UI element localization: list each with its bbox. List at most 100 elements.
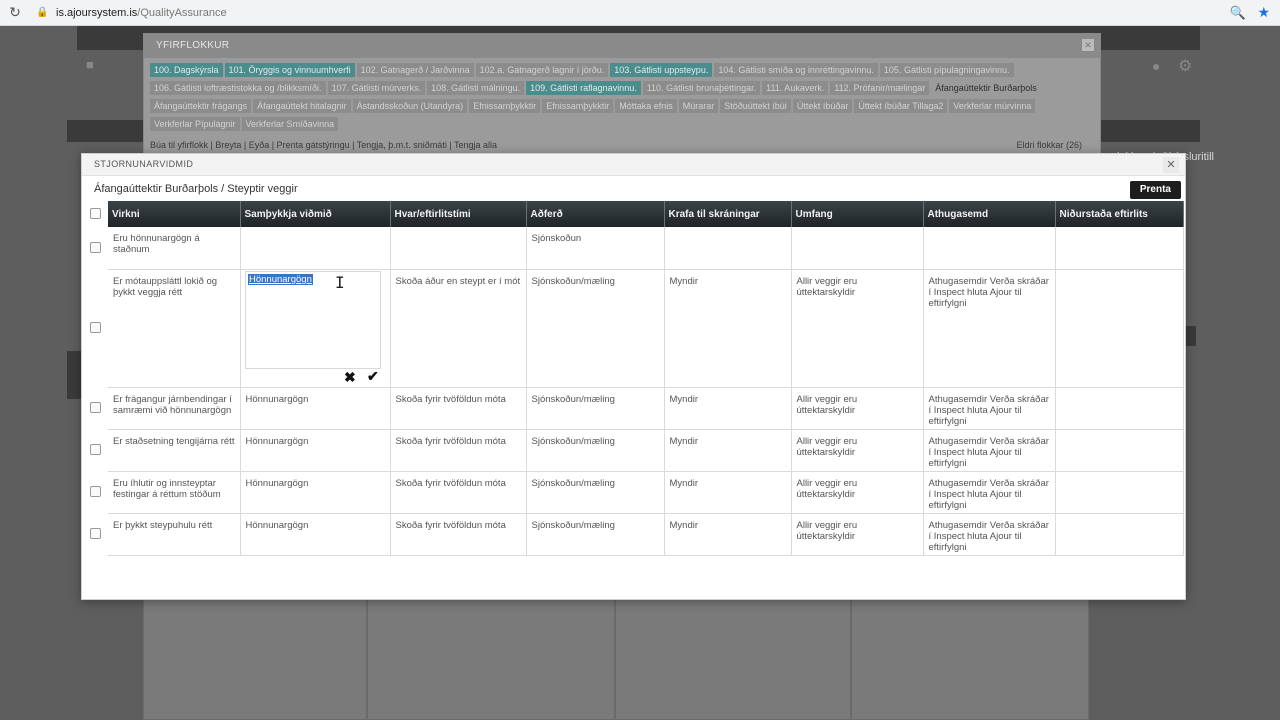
row-checkbox[interactable] [90, 242, 101, 253]
table-row[interactable]: Eru hönnunargögn á staðnum Sjónskoðun [108, 227, 1184, 270]
column-result-cell[interactable] [1055, 227, 1184, 270]
table-row[interactable]: Eru íhlutir og innsteyptar festingar á r… [108, 471, 1184, 514]
column-remark-cell[interactable]: Athugasemdir Verða skráðar í Inspect hlu… [923, 429, 1056, 472]
column-scope-cell[interactable] [791, 227, 924, 270]
confirm-edit-icon[interactable]: ✔ [367, 368, 379, 385]
column-approval-criteria-cell[interactable]: Hönnunargögn [240, 387, 391, 430]
column-method-cell[interactable]: Sjónskoðun [526, 227, 665, 270]
category-tag[interactable]: 102.a. Gatnagerð lagnir í jörðu. [475, 63, 609, 77]
column-where-when-cell[interactable] [390, 227, 527, 270]
category-tag[interactable]: Verkferlar Pípulagnir [150, 117, 240, 131]
category-tag[interactable]: 106. Gátlisti loftræstistokka og /blikks… [150, 81, 326, 95]
column-recording-req-cell[interactable] [664, 227, 792, 270]
column-virkni-cell[interactable]: Er staðsetning tengijárna rétt [108, 429, 241, 472]
column-scope-cell[interactable]: Allir veggir eru úttektarskyldir [791, 429, 924, 472]
column-scope-cell[interactable]: Allir veggir eru úttektarskyldir [791, 269, 924, 388]
row-checkbox[interactable] [90, 444, 101, 455]
category-tag[interactable]: Úttekt íbúðar Tillaga2 [854, 99, 948, 113]
column-remark-cell[interactable]: Athugasemdir Verða skráðar í Inspect hlu… [923, 471, 1056, 514]
table-row[interactable]: Er staðsetning tengijárna rétt Hönnunargö… [108, 429, 1184, 472]
column-remark-cell[interactable] [923, 227, 1056, 270]
category-tag[interactable]: Úttekt íbúðar [792, 99, 853, 113]
column-remark-cell[interactable]: Athugasemdir Verða skráðar í Inspect hlu… [923, 387, 1056, 430]
column-scope-cell[interactable]: Allir veggir eru úttektarskyldir [791, 387, 924, 430]
older-categories-link[interactable]: Eldri flokkar (26) [1016, 140, 1082, 150]
column-where-when-cell[interactable]: Skoða áður en steypt er í mót [390, 269, 527, 388]
column-recording-req-cell[interactable]: Myndir [664, 471, 792, 514]
column-recording-req-cell[interactable]: Myndir [664, 269, 792, 388]
column-result-cell[interactable] [1055, 387, 1184, 430]
category-tag[interactable]: 107. Gátlisti múrverks. [327, 81, 426, 95]
close-icon[interactable]: ✕ [1163, 157, 1179, 173]
column-scope-cell[interactable]: Allir veggir eru úttektarskyldir [791, 471, 924, 514]
address-bar[interactable]: is.ajoursystem.is/QualityAssurance [56, 7, 227, 19]
select-all-checkbox[interactable] [90, 208, 101, 219]
category-tag[interactable]: Efnissamþykktir [469, 99, 541, 113]
category-tag[interactable]: 110. Gátlisti brunaþéttingar. [642, 81, 761, 95]
column-result-cell[interactable] [1055, 269, 1184, 388]
column-virkni-cell[interactable]: Eru íhlutir og innsteyptar festingar á r… [108, 471, 241, 514]
print-button[interactable]: Prenta [1129, 181, 1181, 199]
category-tag[interactable]: Verkferlar múrvinna [949, 99, 1036, 113]
column-result-cell[interactable] [1055, 429, 1184, 472]
column-recording-req-cell[interactable]: Myndir [664, 387, 792, 430]
column-virkni-cell[interactable]: Er frágangur járnbendingar í samræmi við… [108, 387, 241, 430]
column-method-cell[interactable]: Sjónskoðun/mæling [526, 387, 665, 430]
column-approval-criteria-cell[interactable]: Hönnunargögn [240, 513, 391, 556]
category-tag[interactable]: Stöðuúttekt íbúi [720, 99, 791, 113]
category-tag[interactable]: 100. Dagskýrsla [150, 63, 223, 77]
lock-icon[interactable]: 🔒 [36, 7, 50, 18]
table-row[interactable]: Er þykkt steypuhulu rétt Hönnunargögn Skoð… [108, 513, 1184, 556]
column-recording-req-cell[interactable]: Myndir [664, 513, 792, 556]
cancel-edit-icon[interactable]: ✖ [344, 369, 356, 386]
zoom-icon[interactable]: 🔍 [1230, 5, 1246, 21]
close-icon[interactable]: ✕ [1082, 39, 1094, 51]
column-virkni-cell[interactable]: Eru hönnunargögn á staðnum [108, 227, 241, 270]
column-recording-req-cell[interactable]: Myndir [664, 429, 792, 472]
bookmark-star-icon[interactable]: ★ [1257, 4, 1270, 21]
column-method-cell[interactable]: Sjónskoðun/mæling [526, 513, 665, 556]
column-result-cell[interactable] [1055, 513, 1184, 556]
category-tag[interactable]: 104. Gátlisti smíða og innréttingavinnu. [714, 63, 878, 77]
category-actions[interactable]: Búa til yfirflokk | Breyta | Eyða | Pren… [150, 140, 497, 150]
column-virkni-cell[interactable]: Er mótauppsláttl lokið og þykkt veggja r… [108, 269, 241, 388]
column-remark-cell[interactable]: Athugasemdir Verða skráðar í Inspect hlu… [923, 513, 1056, 556]
row-checkbox[interactable] [90, 402, 101, 413]
category-tag[interactable]: 112. Prófanir/mælingar [830, 81, 930, 95]
column-result-cell[interactable] [1055, 471, 1184, 514]
column-where-when-cell[interactable]: Skoða fyrir tvöföldun móta [390, 513, 527, 556]
reload-icon[interactable]: ↻ [4, 4, 26, 21]
column-approval-criteria-cell[interactable]: Hönnunargögn [240, 429, 391, 472]
column-virkni-cell[interactable]: Er þykkt steypuhulu rétt [108, 513, 241, 556]
column-approval-criteria-cell[interactable]: Hönnunargögn [240, 471, 391, 514]
category-tag[interactable]: Áfangaúttektir Burðarþols [931, 81, 1041, 95]
criteria-edit-textarea[interactable]: Hönnunargögn [245, 271, 381, 369]
row-checkbox[interactable] [90, 528, 101, 539]
column-method-cell[interactable]: Sjónskoðun/mæling [526, 471, 665, 514]
column-remark-cell[interactable]: Athugasemdir Verða skráðar í Inspect hlu… [923, 269, 1056, 388]
category-tag[interactable]: 101. Öryggis og vinnuumhverfi [224, 63, 355, 77]
category-tag[interactable]: 103. Gátlisti uppsteypu. [610, 63, 713, 77]
column-where-when-cell[interactable]: Skoða fyrir tvöföldun móta [390, 471, 527, 514]
category-tag[interactable]: Efnissamþykktir [542, 99, 614, 113]
category-tag[interactable]: 108. Gátlisti málningu. [427, 81, 525, 95]
category-tag[interactable]: Ástandsskoðun (Utandyra) [352, 99, 468, 113]
category-tag[interactable]: Verkferlar Smíðavinna [241, 117, 339, 131]
category-tag[interactable]: Áfangaúttektir frágangs [150, 99, 252, 113]
category-tag[interactable]: 105. Gátlisti pípulagningavinnu. [879, 63, 1014, 77]
column-method-cell[interactable]: Sjónskoðun/mæling [526, 269, 665, 388]
table-row[interactable]: Er frágangur járnbendingar í samræmi við… [108, 387, 1184, 430]
category-tag[interactable]: 109. Gátlisti raflagnavinnu. [526, 81, 641, 95]
column-scope-cell[interactable]: Allir veggir eru úttektarskyldir [791, 513, 924, 556]
row-checkbox[interactable] [90, 486, 101, 497]
category-tag[interactable]: 102. Gatnagerð / Jarðvinna [356, 63, 474, 77]
category-tag[interactable]: Múrarar [678, 99, 719, 113]
category-tag[interactable]: 111. Aukaverk. [762, 81, 829, 95]
column-where-when-cell[interactable]: Skoða fyrir tvöföldun móta [390, 429, 527, 472]
column-where-when-cell[interactable]: Skoða fyrir tvöföldun móta [390, 387, 527, 430]
column-method-cell[interactable]: Sjónskoðun/mæling [526, 429, 665, 472]
category-tag[interactable]: Áfangaúttekt hitalagnir [253, 99, 351, 113]
category-tag[interactable]: Móttaka efnis [615, 99, 677, 113]
row-checkbox[interactable] [90, 322, 101, 333]
column-approval-criteria-cell[interactable] [240, 227, 391, 270]
